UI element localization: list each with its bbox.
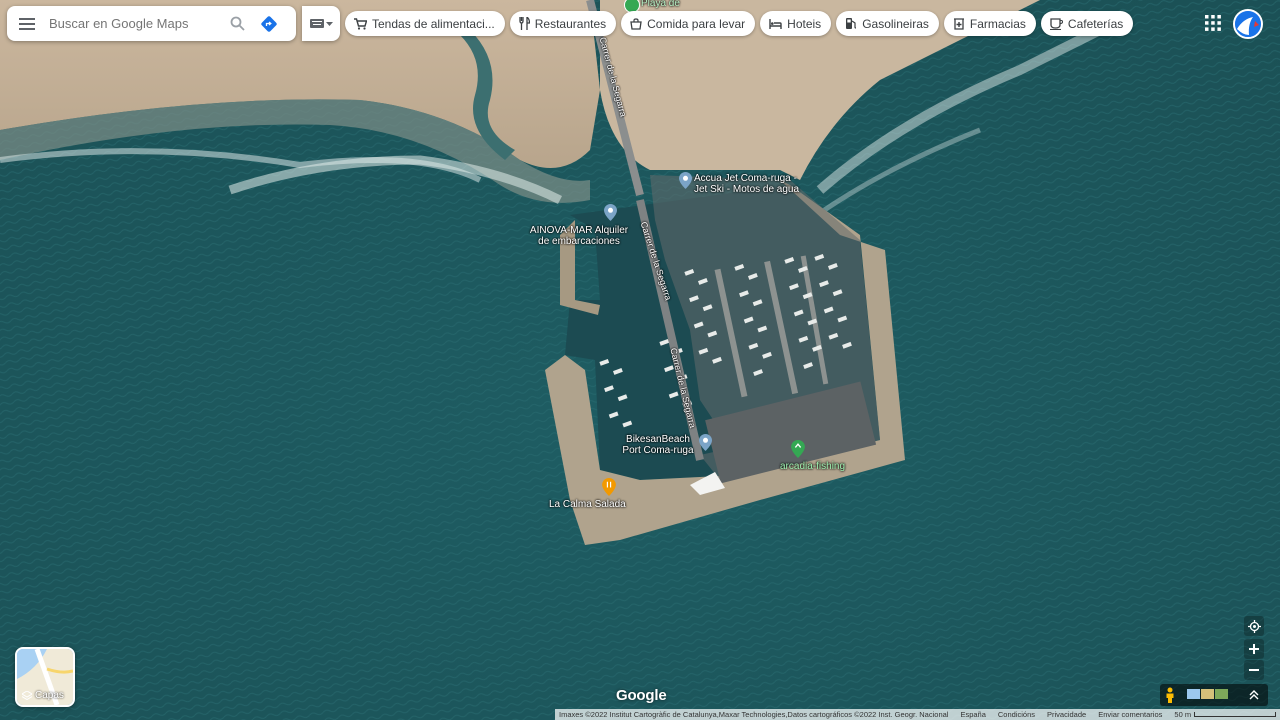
- chip-label: Hoteis: [787, 16, 822, 31]
- chip-label: Farmacias: [969, 16, 1026, 31]
- keyboard-icon: [309, 19, 324, 28]
- menu-button[interactable]: [7, 6, 47, 41]
- scale-label: 50 m: [1174, 710, 1192, 719]
- feedback-link[interactable]: Enviar comentarios: [1098, 710, 1162, 719]
- restaurant-pin-icon: [602, 478, 616, 496]
- bed-icon: [769, 18, 782, 29]
- directions-icon: [261, 15, 277, 32]
- poi-label-line: Jet Ski - Motos de agua: [694, 184, 800, 195]
- google-apps-button[interactable]: [1204, 14, 1222, 32]
- search-icon: [230, 16, 245, 31]
- poi-pin-lacalma[interactable]: [602, 478, 616, 496]
- poi-label-line: BikesanBeach: [626, 434, 690, 445]
- poi-label-line: Port Coma-ruga: [622, 445, 694, 456]
- plus-icon: [1249, 644, 1259, 654]
- terms-link[interactable]: Condicións: [998, 710, 1035, 719]
- coffee-cup-icon: [1049, 17, 1063, 30]
- pharmacy-icon: [953, 17, 964, 30]
- poi-pin-accuajet[interactable]: [679, 172, 692, 189]
- chip-label: Comida para levar: [647, 16, 746, 31]
- chip-gas-stations[interactable]: Gasolineiras: [836, 11, 939, 36]
- map-pin-icon: [699, 434, 712, 451]
- satellite-map[interactable]: [0, 0, 1280, 720]
- poi-pin-bikesanbeach[interactable]: [699, 434, 712, 451]
- poi-label-accuajet[interactable]: Accua Jet Coma-ruga - Jet Ski - Motos de…: [694, 173, 799, 195]
- layers-button[interactable]: Capas: [15, 647, 75, 707]
- privacy-link[interactable]: Privacidade: [1047, 710, 1086, 719]
- directions-button[interactable]: [253, 6, 285, 41]
- cart-icon: [354, 17, 367, 30]
- takeout-bag-icon: [630, 17, 642, 30]
- chip-label: Cafeterías: [1067, 16, 1124, 31]
- poi-pin-ainova[interactable]: [604, 204, 617, 221]
- poi-label-lacalma[interactable]: La Calma Salada: [549, 499, 626, 510]
- zoom-in-button[interactable]: [1244, 639, 1264, 659]
- scale-control[interactable]: 50 m: [1174, 710, 1277, 719]
- layers-text: Capas: [35, 690, 64, 701]
- poi-pin-arcadia[interactable]: [791, 440, 805, 458]
- poi-label-bikesanbeach[interactable]: BikesanBeach Port Coma-ruga: [616, 434, 700, 456]
- category-chips: Tendas de alimentaci... Restaurantes Com…: [345, 11, 1134, 36]
- input-tools-button[interactable]: [302, 6, 340, 41]
- layers-label: Capas: [22, 690, 64, 701]
- chip-label: Restaurantes: [534, 16, 607, 31]
- thumb-map[interactable]: [1187, 689, 1200, 699]
- chip-takeout[interactable]: Comida para levar: [621, 11, 756, 36]
- poi-label-playa[interactable]: Playa de: [641, 0, 680, 9]
- chip-restaurants[interactable]: Restaurantes: [509, 11, 617, 36]
- poi-label-line: AINOVA-MAR Alquiler: [529, 225, 629, 236]
- fuel-pump-icon: [846, 18, 857, 29]
- dropdown-arrow-icon: [325, 21, 333, 26]
- bottom-controls-bar: [1160, 684, 1268, 706]
- attribution-text: Imaxes ©2022 Institut Cartogràfic de Cat…: [559, 710, 949, 719]
- avatar-icon: [1235, 11, 1261, 37]
- chip-hotels[interactable]: Hoteis: [760, 11, 832, 36]
- poi-label-ainova[interactable]: AINOVA-MAR Alquiler de embarcaciones: [524, 225, 634, 247]
- map-pin-icon: [604, 204, 617, 221]
- search-button[interactable]: [221, 6, 253, 41]
- hamburger-menu-icon: [19, 17, 35, 30]
- minus-icon: [1249, 669, 1259, 671]
- chip-cafes[interactable]: Cafeterías: [1040, 11, 1134, 36]
- google-logo: Google: [616, 687, 667, 704]
- apps-grid-icon: [1205, 15, 1221, 31]
- expand-up-icon[interactable]: [1249, 690, 1259, 700]
- attribution-bar: Imaxes ©2022 Institut Cartogràfic de Cat…: [555, 709, 1280, 720]
- imagery-thumbnails[interactable]: [1187, 689, 1228, 699]
- pegman-icon[interactable]: [1164, 687, 1176, 703]
- chip-pharmacies[interactable]: Farmacias: [943, 11, 1036, 36]
- chip-label: Tendas de alimentaci...: [372, 16, 495, 31]
- poi-label-line: de embarcaciones: [538, 236, 620, 247]
- layers-icon: [22, 690, 32, 700]
- account-avatar[interactable]: [1233, 9, 1263, 39]
- search-input[interactable]: [47, 15, 221, 32]
- country-link[interactable]: España: [960, 710, 985, 719]
- thumb-terrain[interactable]: [1201, 689, 1214, 699]
- fork-knife-icon: [519, 17, 530, 30]
- scale-bar: [1194, 712, 1277, 717]
- zoom-out-button[interactable]: [1244, 660, 1264, 680]
- location-target-icon: [1247, 619, 1261, 633]
- my-location-button[interactable]: [1244, 616, 1264, 636]
- map-pin-icon: [679, 172, 692, 189]
- thumb-satellite[interactable]: [1215, 689, 1228, 699]
- chip-label: Gasolineiras: [862, 16, 929, 31]
- map-pin-icon: [791, 440, 805, 458]
- poi-label-arcadia[interactable]: arcadia-fishing: [780, 461, 845, 472]
- poi-label-line: Accua Jet Coma-ruga -: [694, 173, 797, 184]
- chip-groceries[interactable]: Tendas de alimentaci...: [345, 11, 505, 36]
- search-box: [7, 6, 296, 41]
